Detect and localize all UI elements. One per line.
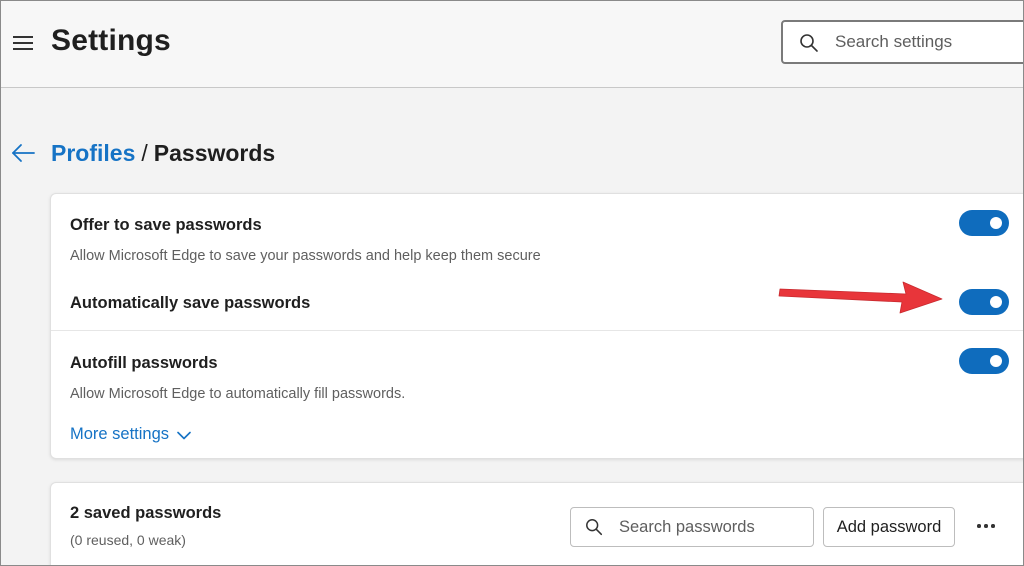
autofill-description: Allow Microsoft Edge to automatically fi…: [70, 386, 406, 402]
toggle-knob: [990, 296, 1002, 308]
annotation-arrow: [778, 281, 943, 314]
search-icon: [800, 34, 818, 52]
hamburger-menu-icon[interactable]: [13, 36, 33, 50]
divider: [51, 330, 1024, 331]
page-title: Settings: [51, 24, 171, 57]
toggle-knob: [990, 217, 1002, 229]
auto-save-toggle[interactable]: [959, 289, 1009, 315]
saved-passwords-summary: (0 reused, 0 weak): [70, 532, 186, 548]
add-password-button[interactable]: Add password: [823, 507, 955, 547]
breadcrumb-current: Passwords: [153, 140, 276, 166]
search-passwords-input[interactable]: [619, 516, 804, 538]
autofill-title: Autofill passwords: [70, 354, 218, 372]
more-settings-link[interactable]: More settings: [70, 425, 191, 444]
breadcrumb-separator: /: [141, 140, 148, 166]
autofill-toggle[interactable]: [959, 348, 1009, 374]
breadcrumb-profiles-link[interactable]: Profiles: [51, 140, 135, 166]
chevron-down-icon: [177, 431, 191, 440]
toggle-knob: [990, 355, 1002, 367]
offer-to-save-toggle[interactable]: [959, 210, 1009, 236]
breadcrumb: Profiles / Passwords: [51, 140, 275, 167]
settings-header: Settings: [0, 0, 1024, 88]
more-options-icon[interactable]: [976, 515, 996, 535]
offer-to-save-title: Offer to save passwords: [70, 216, 262, 234]
saved-passwords-count: 2 saved passwords: [70, 504, 222, 522]
offer-to-save-description: Allow Microsoft Edge to save your passwo…: [70, 248, 541, 264]
password-settings-card: Offer to save passwords Allow Microsoft …: [50, 193, 1024, 459]
back-arrow-icon[interactable]: [10, 142, 36, 164]
search-icon: [586, 519, 603, 536]
saved-passwords-card: 2 saved passwords (0 reused, 0 weak) Add…: [50, 482, 1024, 566]
search-settings-input[interactable]: [835, 30, 1024, 54]
auto-save-title: Automatically save passwords: [70, 294, 311, 312]
more-settings-label: More settings: [70, 425, 170, 443]
search-settings-box[interactable]: [781, 20, 1024, 64]
search-passwords-box[interactable]: [570, 507, 814, 547]
